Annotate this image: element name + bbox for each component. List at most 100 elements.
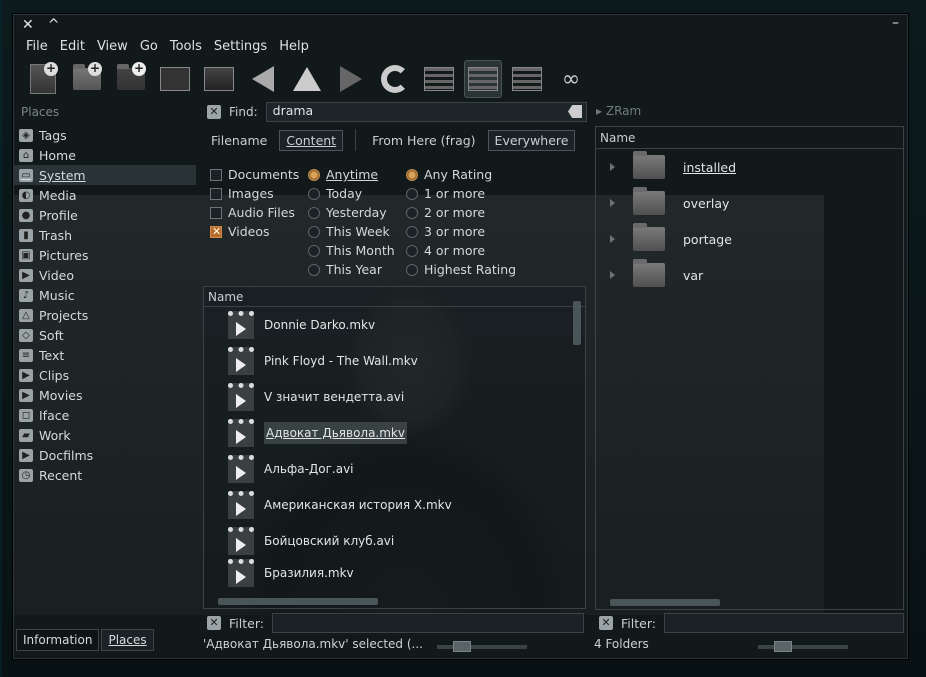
add-tab-button[interactable]: + — [112, 60, 150, 98]
place-soft[interactable]: ◇ Soft — [14, 325, 196, 345]
any-rating-radio[interactable] — [406, 168, 418, 181]
scrollbar-thumb[interactable] — [218, 598, 378, 605]
up-button[interactable] — [288, 60, 326, 98]
right-filter-input[interactable] — [663, 613, 904, 633]
find-button[interactable]: ∞ — [552, 60, 590, 98]
icons-view-button[interactable] — [420, 60, 458, 98]
expand-icon[interactable] — [610, 235, 615, 243]
new-document-button[interactable]: + — [24, 60, 62, 98]
scrollbar-thumb[interactable] — [573, 301, 581, 345]
rating-3-radio[interactable] — [406, 225, 418, 238]
list-item-selected[interactable]: Адвокат Дьявола.mkv — [204, 415, 585, 451]
find-input[interactable]: drama — [265, 102, 587, 122]
list-item[interactable]: Donnie Darko.mkv — [204, 307, 585, 343]
tab-information[interactable]: Information — [16, 629, 100, 651]
date-today[interactable]: Today — [308, 184, 406, 203]
this-year-radio[interactable] — [308, 263, 320, 276]
menu-view[interactable]: View — [95, 37, 134, 56]
date-week[interactable]: This Week — [308, 222, 406, 241]
place-media[interactable]: ◐ Media — [14, 185, 196, 205]
folder-row[interactable]: overlay — [596, 185, 903, 221]
results-vertical-scrollbar[interactable] — [573, 289, 583, 594]
rating-highest[interactable]: Highest Rating — [406, 260, 546, 279]
name-column-header[interactable]: Name — [596, 127, 903, 149]
scrollbar-thumb[interactable] — [610, 599, 720, 606]
reload-button[interactable] — [376, 60, 414, 98]
left-filter-input[interactable] — [271, 613, 584, 633]
rating-4-radio[interactable] — [406, 244, 418, 257]
columns-view-button[interactable] — [508, 60, 546, 98]
highest-rating-radio[interactable] — [406, 263, 418, 276]
close-split-button[interactable] — [200, 60, 238, 98]
documents-checkbox[interactable] — [210, 168, 222, 181]
place-recent[interactable]: ◷ Recent — [14, 465, 196, 485]
menu-settings[interactable]: Settings — [212, 37, 273, 56]
place-tags[interactable]: ◈ Tags — [14, 125, 196, 145]
place-docfilms[interactable]: ▶ Docfilms — [14, 445, 196, 465]
folder-row[interactable]: var — [596, 257, 903, 293]
place-work[interactable]: ▰ Work — [14, 425, 196, 445]
rating-1[interactable]: 1 or more — [406, 184, 546, 203]
date-yesterday[interactable]: Yesterday — [308, 203, 406, 222]
menu-go[interactable]: Go — [138, 37, 164, 56]
place-clips[interactable]: ▶ Clips — [14, 365, 196, 385]
results-horizontal-scrollbar[interactable] — [208, 598, 573, 606]
list-item[interactable]: Бойцовский клуб.avi — [204, 523, 585, 559]
rating-2-radio[interactable] — [406, 206, 418, 219]
place-iface[interactable]: ◻ Iface — [14, 405, 196, 425]
place-video[interactable]: ▶ Video — [14, 265, 196, 285]
folder-row[interactable]: installed — [596, 149, 903, 185]
type-videos[interactable]: Videos — [210, 222, 308, 241]
slider-knob[interactable] — [774, 641, 792, 652]
content-button[interactable]: Content — [279, 129, 344, 151]
forward-button[interactable] — [332, 60, 370, 98]
place-pictures[interactable]: ▣ Pictures — [14, 245, 196, 265]
type-audio[interactable]: Audio Files — [210, 203, 308, 222]
expand-icon[interactable] — [610, 163, 615, 171]
anytime-radio[interactable] — [308, 168, 320, 181]
close-filter-icon[interactable]: ✕ — [207, 616, 221, 630]
place-music[interactable]: ♪ Music — [14, 285, 196, 305]
type-images[interactable]: Images — [210, 184, 308, 203]
menu-file[interactable]: File — [24, 37, 54, 56]
date-anytime[interactable]: Anytime — [308, 165, 406, 184]
videos-checkbox[interactable] — [210, 225, 222, 238]
back-button[interactable] — [244, 60, 282, 98]
rating-2[interactable]: 2 or more — [406, 203, 546, 222]
today-radio[interactable] — [308, 187, 320, 200]
place-trash[interactable]: ▮ Trash — [14, 225, 196, 245]
menu-tools[interactable]: Tools — [168, 37, 208, 56]
audio-checkbox[interactable] — [210, 206, 222, 219]
minimize-icon[interactable]: – — [892, 15, 899, 31]
date-month[interactable]: This Month — [308, 241, 406, 260]
close-find-icon[interactable]: ✕ — [207, 105, 221, 119]
list-item[interactable]: Американская история X.mkv — [204, 487, 585, 523]
slider-knob[interactable] — [453, 641, 471, 652]
type-documents[interactable]: Documents — [210, 165, 308, 184]
tab-places[interactable]: Places — [101, 629, 154, 651]
menu-help[interactable]: Help — [277, 37, 315, 56]
left-zoom-slider[interactable] — [437, 641, 527, 652]
place-text[interactable]: ≡ Text — [14, 345, 196, 365]
this-month-radio[interactable] — [308, 244, 320, 257]
this-week-radio[interactable] — [308, 225, 320, 238]
menu-edit[interactable]: Edit — [58, 37, 91, 56]
place-system[interactable]: ▭ System — [14, 165, 196, 185]
list-item[interactable]: Бразилия.mkv — [204, 559, 585, 587]
split-view-button[interactable] — [156, 60, 194, 98]
list-item[interactable]: Pink Floyd - The Wall.mkv — [204, 343, 585, 379]
folder-horizontal-scrollbar[interactable] — [600, 599, 900, 607]
images-checkbox[interactable] — [210, 187, 222, 200]
close-icon[interactable]: ✕ — [22, 17, 34, 33]
everywhere-button[interactable]: Everywhere — [487, 129, 576, 151]
date-year[interactable]: This Year — [308, 260, 406, 279]
rating-4[interactable]: 4 or more — [406, 241, 546, 260]
details-view-button[interactable] — [464, 60, 502, 98]
name-column-header[interactable]: Name — [204, 287, 585, 307]
place-movies[interactable]: ▶ Movies — [14, 385, 196, 405]
from-here-button[interactable]: From Here (frag) — [368, 131, 479, 150]
new-folder-button[interactable]: + — [68, 60, 106, 98]
expand-icon[interactable] — [610, 199, 615, 207]
place-projects[interactable]: △ Projects — [14, 305, 196, 325]
rating-1-radio[interactable] — [406, 187, 418, 200]
